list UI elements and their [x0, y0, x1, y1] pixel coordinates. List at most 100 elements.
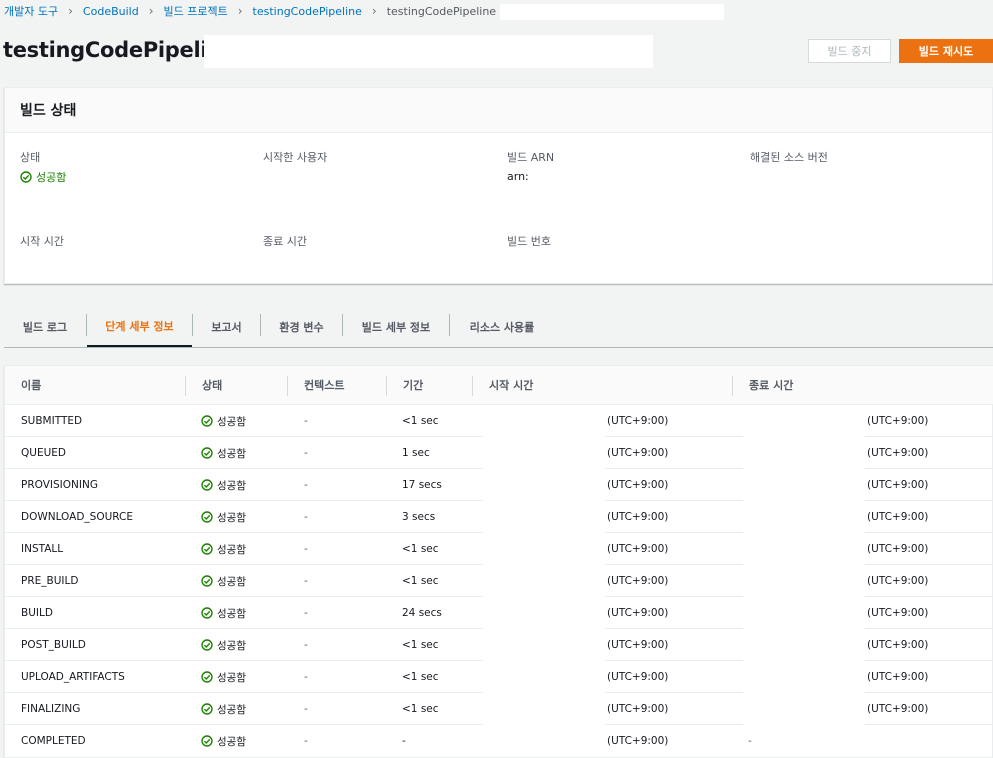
phase-context: -: [304, 671, 308, 683]
phase-start-time: (UTC+9:00): [607, 703, 669, 715]
phase-context: -: [304, 735, 308, 747]
table-row: INSTALL 성공함 - <1 sec (UTC+9:00) (UTC+9:00): [5, 533, 993, 565]
check-circle-icon: [201, 575, 213, 587]
check-circle-icon: [20, 171, 32, 183]
tab-resource-utilization[interactable]: 리소스 사용률: [450, 306, 554, 347]
breadcrumb-current: testingCodePipeline: [386, 4, 497, 18]
phase-start-time: (UTC+9:00): [607, 447, 669, 459]
column-divider: [185, 376, 186, 396]
breadcrumb-build-projects[interactable]: 빌드 프로젝트: [164, 3, 228, 19]
table-header: 이름 상태 컨텍스트 기간 시작 시간 종료 시간: [5, 366, 993, 405]
phase-start-time: (UTC+9:00): [607, 543, 669, 555]
phase-duration: <1 sec: [402, 671, 439, 683]
check-circle-icon: [201, 639, 213, 651]
phase-duration: <1 sec: [402, 543, 439, 555]
phase-status-text: 성공함: [217, 671, 246, 684]
phase-status: 성공함: [201, 469, 246, 501]
phase-status: 성공함: [201, 405, 246, 437]
column-context[interactable]: 컨텍스트: [304, 366, 344, 404]
phase-duration: <1 sec: [402, 575, 439, 587]
phase-name: PRE_BUILD: [21, 575, 79, 587]
check-circle-icon: [201, 607, 213, 619]
retry-build-button[interactable]: 빌드 재시도: [899, 39, 993, 63]
phase-duration: <1 sec: [402, 703, 439, 715]
phase-status-text: 성공함: [217, 479, 246, 492]
table-row: DOWNLOAD_SOURCE 성공함 - 3 secs (UTC+9:00) (UTC+…: [5, 501, 993, 533]
column-status[interactable]: 상태: [202, 366, 222, 404]
phase-context: -: [304, 479, 308, 491]
phase-end-time: (UTC+9:00): [867, 575, 929, 587]
column-divider: [287, 376, 288, 396]
phase-name: UPLOAD_ARTIFACTS: [21, 671, 125, 683]
panel-header: 빌드 상태: [5, 88, 992, 133]
phase-start-time: (UTC+9:00): [607, 735, 669, 747]
phase-start-time: (UTC+9:00): [607, 479, 669, 491]
redacted-area: [204, 35, 653, 68]
column-name[interactable]: 이름: [21, 366, 41, 404]
column-duration[interactable]: 기간: [403, 366, 423, 404]
check-circle-icon: [201, 543, 213, 555]
build-arn-value: arn:: [507, 170, 529, 183]
table-row: SUBMITTED 성공함 - <1 sec (UTC+9:00) (UTC+9:00): [5, 405, 993, 437]
check-circle-icon: [201, 415, 213, 427]
phase-context: -: [304, 511, 308, 523]
phase-name: INSTALL: [21, 543, 64, 555]
phase-name: POST_BUILD: [21, 639, 86, 651]
phase-context: -: [304, 703, 308, 715]
column-divider: [386, 376, 387, 396]
tab-environment-variables[interactable]: 환경 변수: [261, 306, 342, 347]
phase-duration: <1 sec: [402, 415, 439, 427]
panel-title: 빌드 상태: [20, 103, 77, 119]
breadcrumb-developer-tools[interactable]: 개발자 도구: [4, 3, 58, 19]
phase-duration: <1 sec: [402, 639, 439, 651]
phase-status: 성공함: [201, 661, 246, 693]
tab-build-logs[interactable]: 빌드 로그: [4, 306, 86, 347]
phase-start-time: (UTC+9:00): [607, 607, 669, 619]
phase-context: -: [304, 415, 308, 427]
breadcrumb: 개발자 도구 › CodeBuild › 빌드 프로젝트 › testingCo…: [4, 3, 497, 19]
chevron-right-icon: ›: [237, 4, 243, 18]
phase-duration: 17 secs: [402, 479, 442, 491]
phase-status-text: 성공함: [217, 543, 246, 556]
tab-build-details[interactable]: 빌드 세부 정보: [343, 306, 449, 347]
column-divider: [732, 376, 733, 396]
phase-start-time: (UTC+9:00): [607, 415, 669, 427]
status-value: 성공함: [20, 169, 66, 185]
phase-end-time: (UTC+9:00): [867, 703, 929, 715]
phase-status-text: 성공함: [217, 447, 246, 460]
breadcrumb-project[interactable]: testingCodePipeline: [253, 5, 362, 18]
phase-status: 성공함: [201, 501, 246, 533]
phase-start-time: (UTC+9:00): [607, 575, 669, 587]
start-time-label: 시작 시간: [20, 235, 64, 248]
phase-end-time: (UTC+9:00): [867, 447, 929, 459]
phase-context: -: [304, 607, 308, 619]
tab-reports[interactable]: 보고서: [193, 306, 260, 347]
table-row: QUEUED 성공함 - 1 sec (UTC+9:00) (UTC+9:00): [5, 437, 993, 469]
table-row: FINALIZING 성공함 - <1 sec (UTC+9:00) (UTC+9:00): [5, 693, 993, 725]
phase-status: 성공함: [201, 629, 246, 661]
phase-end-time: (UTC+9:00): [867, 543, 929, 555]
stop-build-button[interactable]: 빌드 중지: [808, 39, 891, 63]
phase-status: 성공함: [201, 693, 246, 725]
column-end-time[interactable]: 종료 시간: [749, 366, 793, 404]
tabs: 빌드 로그 단계 세부 정보 보고서 환경 변수 빌드 세부 정보 리소스 사용…: [4, 306, 993, 348]
phase-start-time: (UTC+9:00): [607, 671, 669, 683]
column-start-time[interactable]: 시작 시간: [489, 366, 533, 404]
phase-name: BUILD: [21, 607, 53, 619]
table-row: COMPLETED 성공함 - - (UTC+9:00) -: [5, 725, 993, 757]
check-circle-icon: [201, 447, 213, 459]
check-circle-icon: [201, 671, 213, 683]
page-title: testingCodePipeline: [3, 38, 236, 62]
table-row: PROVISIONING 성공함 - 17 secs (UTC+9:00) (UTC+9:…: [5, 469, 993, 501]
phase-start-time: (UTC+9:00): [607, 511, 669, 523]
phase-status: 성공함: [201, 725, 246, 757]
phase-status-text: 성공함: [217, 735, 246, 748]
breadcrumb-codebuild[interactable]: CodeBuild: [83, 5, 139, 18]
phase-context: -: [304, 543, 308, 555]
tab-phase-details[interactable]: 단계 세부 정보: [87, 306, 192, 347]
phase-end-time: (UTC+9:00): [867, 671, 929, 683]
chevron-right-icon: ›: [148, 4, 154, 18]
phase-status-text: 성공함: [217, 415, 246, 428]
phase-start-time: (UTC+9:00): [607, 639, 669, 651]
phase-context: -: [304, 447, 308, 459]
